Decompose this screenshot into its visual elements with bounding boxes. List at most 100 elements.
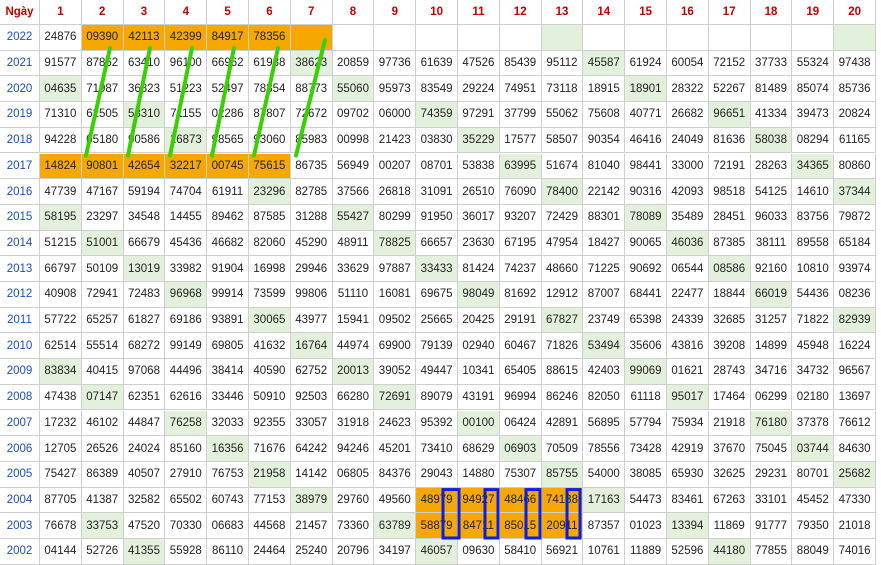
result-cell: 81424 — [458, 256, 500, 282]
result-cell: 84711 — [458, 513, 500, 539]
year-label-2018[interactable]: 2018 — [0, 127, 40, 154]
year-label-2005[interactable]: 2005 — [0, 461, 40, 488]
result-cell: 29224 — [458, 76, 500, 103]
result-cell: 08701 — [416, 153, 458, 180]
result-cell: 26510 — [458, 179, 500, 205]
year-label-2012[interactable]: 2012 — [0, 282, 40, 308]
result-cell: 48466 — [499, 487, 542, 514]
year-label-2010[interactable]: 2010 — [0, 333, 40, 360]
year-label-2007[interactable]: 2007 — [0, 410, 40, 437]
result-cell — [750, 25, 793, 51]
day-header-4: 4 — [165, 0, 208, 25]
result-cell: 28263 — [750, 153, 793, 180]
result-cell: 33753 — [81, 513, 124, 539]
result-cell: 96968 — [165, 282, 208, 308]
result-cell: 75608 — [583, 102, 626, 128]
result-cell: 80860 — [834, 153, 876, 180]
result-cell — [625, 25, 667, 51]
result-cell: 67195 — [499, 230, 542, 257]
result-cell: 31918 — [332, 410, 375, 437]
result-cell — [834, 25, 876, 51]
year-label-2002[interactable]: 2002 — [0, 539, 40, 565]
year-label-2008[interactable]: 2008 — [0, 384, 40, 411]
result-cell: 48660 — [541, 256, 584, 282]
result-cell: 10761 — [583, 539, 626, 565]
year-label-2009[interactable]: 2009 — [0, 359, 40, 385]
result-cell: 22142 — [583, 179, 626, 205]
result-cell: 96567 — [834, 359, 876, 385]
result-cell: 31091 — [416, 179, 458, 205]
day-header-9: 9 — [374, 0, 417, 25]
result-cell: 65257 — [81, 307, 124, 334]
result-cell — [290, 25, 333, 51]
year-label-2004[interactable]: 2004 — [0, 487, 40, 514]
year-label-2006[interactable]: 2006 — [0, 436, 40, 462]
year-label-2019[interactable]: 2019 — [0, 102, 40, 128]
year-label-2020[interactable]: 2020 — [0, 76, 40, 103]
result-cell: 93060 — [249, 127, 291, 154]
year-label-2021[interactable]: 2021 — [0, 50, 40, 77]
result-cell: 79350 — [792, 513, 835, 539]
result-cell: 80701 — [792, 461, 835, 488]
result-cell: 55928 — [165, 539, 208, 565]
result-cell: 69805 — [207, 333, 249, 360]
result-cell: 76612 — [834, 410, 876, 437]
result-cell: 03744 — [792, 436, 835, 462]
result-cell: 49560 — [374, 487, 417, 514]
result-cell: 67263 — [708, 487, 751, 514]
result-cell: 38111 — [750, 230, 793, 257]
result-cell: 72691 — [374, 384, 417, 411]
result-cell: 45948 — [792, 333, 835, 360]
result-cell: 46057 — [416, 539, 458, 565]
result-cell: 74016 — [834, 539, 876, 565]
result-cell: 96994 — [499, 384, 542, 411]
result-cell: 45201 — [374, 436, 417, 462]
result-cell: 77153 — [249, 487, 291, 514]
result-cell: 90801 — [81, 153, 124, 180]
result-cell: 82050 — [583, 384, 626, 411]
result-cell: 42093 — [667, 179, 709, 205]
year-label-2015[interactable]: 2015 — [0, 204, 40, 231]
year-label-2011[interactable]: 2011 — [0, 307, 40, 334]
result-cell: 04144 — [40, 539, 82, 565]
result-cell: 37670 — [708, 436, 751, 462]
result-cell: 60467 — [499, 333, 542, 360]
year-label-2017[interactable]: 2017 — [0, 153, 40, 180]
result-cell: 48979 — [416, 487, 458, 514]
year-label-2014[interactable]: 2014 — [0, 230, 40, 257]
result-cell: 33982 — [165, 256, 208, 282]
result-cell: 44974 — [332, 333, 375, 360]
year-label-2022[interactable]: 2022 — [0, 25, 40, 51]
year-label-2013[interactable]: 2013 — [0, 256, 40, 282]
result-cell: 28743 — [708, 359, 751, 385]
year-label-2003[interactable]: 2003 — [0, 513, 40, 539]
result-cell: 99149 — [165, 333, 208, 360]
result-cell: 70509 — [541, 436, 584, 462]
result-cell: 33057 — [290, 410, 333, 437]
result-cell: 36823 — [123, 76, 166, 103]
result-cell: 71155 — [165, 102, 208, 128]
result-cell: 77855 — [750, 539, 793, 565]
result-cell: 21018 — [834, 513, 876, 539]
result-cell: 73410 — [416, 436, 458, 462]
result-cell: 43191 — [458, 384, 500, 411]
result-cell: 61938 — [249, 50, 291, 77]
result-cell: 81692 — [499, 282, 542, 308]
result-cell: 51674 — [541, 153, 584, 180]
result-cell: 80299 — [374, 204, 417, 231]
result-cell: 12912 — [541, 282, 584, 308]
result-cell: 38085 — [625, 461, 667, 488]
year-label-2016[interactable]: 2016 — [0, 179, 40, 205]
result-cell: 11869 — [708, 513, 751, 539]
result-cell: 94246 — [332, 436, 375, 462]
result-cell: 71822 — [792, 307, 835, 334]
result-cell: 09502 — [374, 307, 417, 334]
result-cell: 41334 — [750, 102, 793, 128]
result-cell: 32625 — [708, 461, 751, 488]
result-cell: 03830 — [416, 127, 458, 154]
result-cell: 44496 — [165, 359, 208, 385]
result-cell: 22477 — [667, 282, 709, 308]
day-header-12: 12 — [499, 0, 542, 25]
result-cell: 91904 — [207, 256, 249, 282]
result-cell: 90692 — [625, 256, 667, 282]
